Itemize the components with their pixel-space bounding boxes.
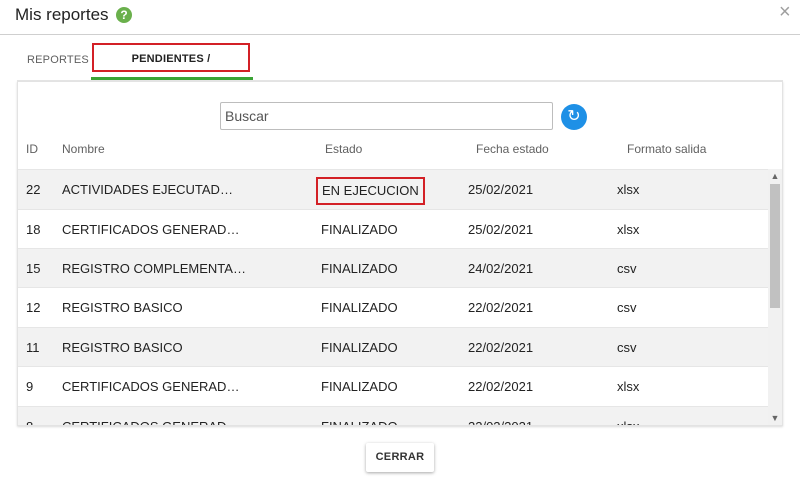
cell-fecha: 25/02/2021	[468, 222, 534, 237]
cell-nombre: CERTIFICADOS GENERAD…	[62, 222, 240, 237]
cell-fecha: 22/02/2021	[468, 340, 534, 355]
table-row[interactable]: 18 CERTIFICADOS GENERAD… FINALIZADO 25/0…	[18, 209, 768, 249]
dialog-header: Mis reportes ? ×	[0, 0, 800, 35]
scroll-down-icon[interactable]: ▼	[768, 411, 782, 425]
col-header-formato: Formato salida	[627, 142, 707, 156]
cell-fecha: 25/02/2021	[468, 182, 534, 197]
help-icon[interactable]: ?	[116, 7, 132, 23]
cell-fecha: 24/02/2021	[468, 261, 534, 276]
scroll-up-icon[interactable]: ▲	[768, 169, 782, 183]
cell-nombre: REGISTRO COMPLEMENTA…	[62, 261, 246, 276]
table-row[interactable]: 15 REGISTRO COMPLEMENTA… FINALIZADO 24/0…	[18, 248, 768, 288]
cell-id: 15	[26, 261, 41, 276]
tab-bar: REPORTES PENDIENTES / FINALIZADOS	[17, 42, 783, 94]
search-input[interactable]	[220, 102, 553, 130]
cell-formato: csv	[617, 261, 637, 276]
cell-estado: FINALIZADO	[321, 300, 398, 315]
refresh-icon[interactable]: ↻	[561, 104, 587, 130]
estado-highlight: EN EJECUCION	[316, 177, 425, 205]
cell-nombre: REGISTRO BASICO	[62, 300, 183, 315]
table-row[interactable]: 22 ACTIVIDADES EJECUTAD… EN EJECUCION 25…	[18, 169, 768, 209]
cell-formato: csv	[617, 340, 637, 355]
cell-estado: FINALIZADO	[321, 222, 398, 237]
cell-id: 11	[26, 340, 40, 355]
table-scrollbar[interactable]: ▲ ▼	[768, 169, 782, 425]
active-tab-indicator	[91, 77, 253, 80]
cell-nombre: REGISTRO BASICO	[62, 340, 183, 355]
cell-estado: FINALIZADO	[321, 340, 398, 355]
cerrar-button[interactable]: CERRAR	[366, 443, 434, 472]
col-header-nombre: Nombre	[62, 142, 105, 156]
cell-estado: FINALIZADO	[321, 379, 398, 394]
cell-formato: xlsx	[617, 222, 640, 237]
col-header-estado: Estado	[325, 142, 363, 156]
cell-nombre: CERTIFICADOS GENERAD…	[62, 407, 239, 425]
table-row[interactable]: 9 CERTIFICADOS GENERAD… FINALIZADO 22/02…	[18, 366, 768, 406]
table-row[interactable]: 12 REGISTRO BASICO FINALIZADO 22/02/2021…	[18, 287, 768, 327]
cell-formato: csv	[617, 300, 637, 315]
tab-reportes[interactable]: REPORTES	[27, 42, 89, 78]
tab-pendientes-label: PENDIENTES / FINALIZADOS	[92, 43, 250, 94]
cell-fecha: 22/02/2021	[468, 379, 534, 394]
cell-id: 22	[26, 182, 41, 197]
cell-nombre: CERTIFICADOS GENERAD…	[62, 379, 240, 394]
cell-id: 8	[26, 407, 33, 425]
cell-formato: xlsx	[617, 182, 640, 197]
cell-formato: xlsx	[617, 379, 640, 394]
cell-fecha: 22/02/2021	[468, 300, 534, 315]
reports-panel: ↻ ID Nombre Estado Fecha estado Formato …	[17, 81, 783, 426]
cell-formato: xlsx	[617, 407, 639, 425]
tab-pendientes-finalizados[interactable]: PENDIENTES / FINALIZADOS	[91, 42, 253, 94]
cell-fecha: 22/02/2021	[468, 407, 533, 425]
table-row[interactable]: 8 CERTIFICADOS GENERAD… FINALIZADO 22/02…	[18, 406, 768, 425]
close-icon[interactable]: ×	[779, 2, 791, 22]
cell-id: 18	[26, 222, 41, 237]
cell-nombre: ACTIVIDADES EJECUTAD…	[62, 182, 233, 197]
col-header-id: ID	[26, 142, 38, 156]
dialog-title: Mis reportes	[15, 5, 109, 24]
table-row[interactable]: 11 REGISTRO BASICO FINALIZADO 22/02/2021…	[18, 327, 768, 367]
cell-estado: FINALIZADO	[321, 261, 398, 276]
col-header-fecha: Fecha estado	[476, 142, 549, 156]
cell-id: 9	[26, 379, 34, 394]
cell-estado: FINALIZADO	[321, 407, 398, 425]
cell-id: 12	[26, 300, 41, 315]
scrollbar-thumb[interactable]	[770, 184, 780, 308]
